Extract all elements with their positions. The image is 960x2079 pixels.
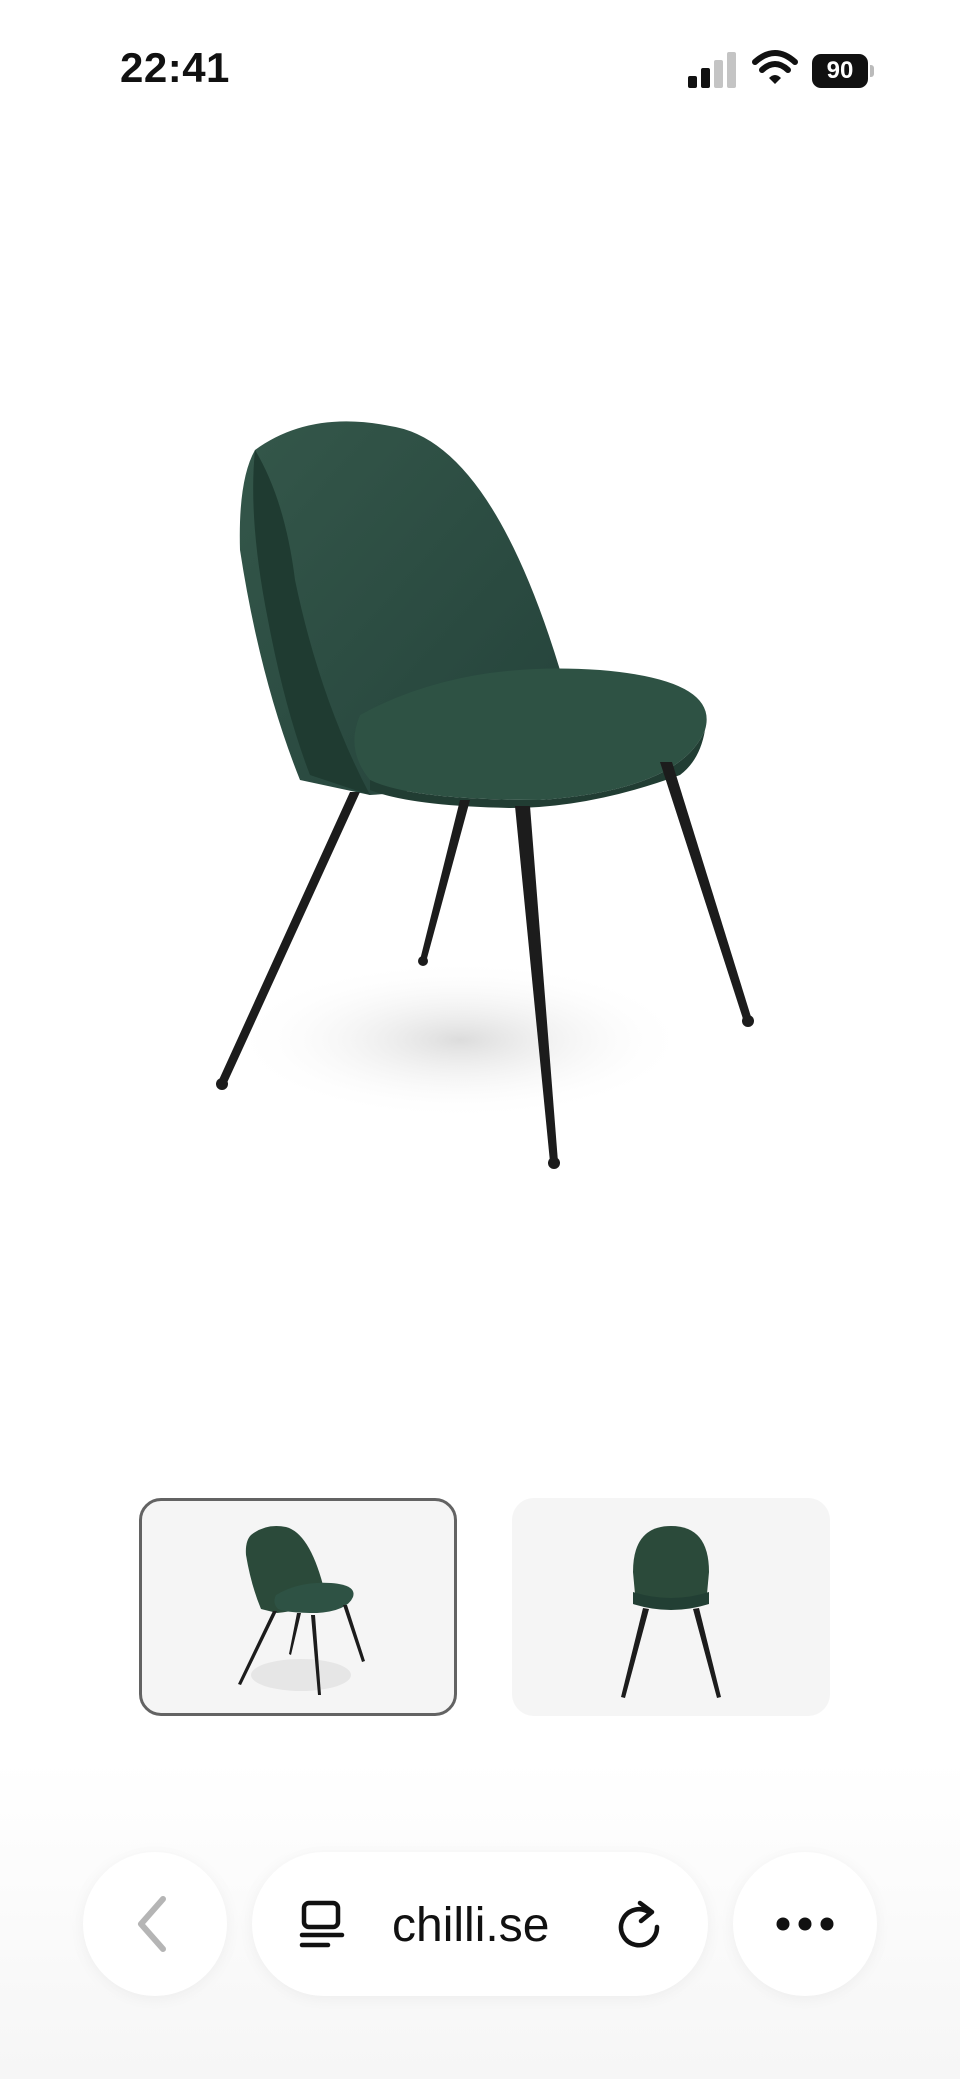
wifi-icon	[752, 50, 798, 84]
thumbnail-angle-image	[238, 1526, 365, 1695]
status-time: 22:41	[120, 44, 230, 91]
cellular-signal-icon	[688, 52, 738, 88]
url-text: chilli.se	[392, 1899, 550, 1952]
thumbnail-front-image	[621, 1526, 721, 1698]
chevron-left-icon	[138, 1896, 166, 1952]
reader-icon	[299, 1900, 345, 1948]
product-main-image[interactable]	[160, 380, 800, 1200]
thumbnail-front-view[interactable]	[512, 1498, 830, 1716]
battery-icon: 90	[812, 54, 874, 88]
back-button[interactable]	[83, 1852, 227, 1996]
more-button[interactable]	[733, 1852, 877, 1996]
battery-level: 90	[812, 54, 868, 88]
address-bar[interactable]: chilli.se	[252, 1852, 708, 1996]
more-icon	[776, 1917, 834, 1931]
status-bar: 22:41 90	[0, 0, 960, 140]
reload-icon[interactable]	[614, 1897, 664, 1951]
thumbnail-strip	[0, 1498, 960, 1728]
thumbnail-angle-view[interactable]	[139, 1498, 457, 1716]
